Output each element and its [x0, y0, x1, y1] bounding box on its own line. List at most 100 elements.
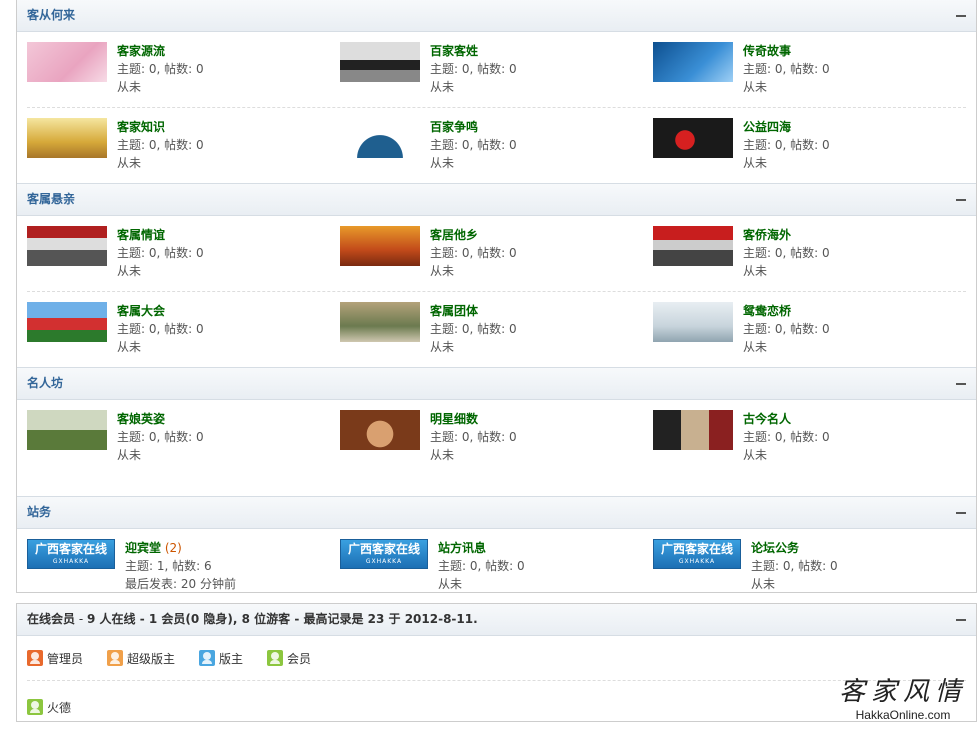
forum-last-post: 从未	[751, 577, 776, 591]
forum-info: 客属大会主题: 0, 帖数: 0 从未	[117, 302, 204, 356]
forum-link[interactable]: 站方讯息	[438, 541, 486, 555]
category-title[interactable]: 站务	[27, 505, 51, 519]
forum-logo-icon[interactable]: 广西客家在线 GXHAKKA	[340, 539, 428, 569]
forum-stats: 主题: 0, 帖数: 0	[430, 62, 517, 76]
forum-thumbnail-icon[interactable]	[653, 226, 733, 266]
forum-link[interactable]: 客侨海外	[743, 228, 791, 242]
forum-last-post: 从未	[430, 264, 455, 278]
category-header: 名人坊	[17, 367, 976, 400]
logo-text: 广西客家在线	[660, 542, 733, 556]
forum-last-post: 从未	[117, 448, 142, 462]
forum-last-post: 从未	[743, 156, 768, 170]
forum-info: 迎宾堂 (2) 主题: 1, 帖数: 6 最后发表: 20 分钟前	[125, 539, 236, 593]
watermark-en: HakkaOnline.com	[855, 708, 951, 722]
forum-item: 明星细数 主题: 0, 帖数: 0 从未	[340, 400, 653, 496]
forum-item: 客属团体 主题: 0, 帖数: 0 从未	[340, 292, 653, 367]
forum-stats: 主题: 0, 帖数: 0	[430, 138, 517, 152]
collapse-icon[interactable]	[956, 512, 966, 514]
forum-thumbnail-icon[interactable]	[340, 226, 420, 266]
legend-label: 版主	[219, 651, 244, 666]
forum-info: 站方讯息 主题: 0, 帖数: 0 从未	[438, 539, 525, 593]
forum-stats: 主题: 0, 帖数: 0	[117, 62, 204, 76]
user-role-icon	[199, 650, 216, 666]
user-role-icon	[107, 650, 124, 666]
forum-thumbnail-icon[interactable]	[653, 42, 733, 82]
logo-text: 广西客家在线	[347, 542, 420, 556]
forum-stats: 主题: 0, 帖数: 0	[117, 246, 204, 260]
forum-link[interactable]: 古今名人	[743, 412, 791, 426]
forum-thumbnail-icon[interactable]	[653, 118, 733, 158]
online-user[interactable]: 火德	[27, 699, 71, 716]
forum-link[interactable]: 客属情谊	[117, 228, 165, 242]
legend-label: 管理员	[47, 651, 84, 666]
forum-link[interactable]: 客家知识	[117, 120, 165, 134]
forum-link[interactable]: 百家客姓	[430, 44, 478, 58]
forum-logo-icon[interactable]: 广西客家在线 GXHAKKA	[27, 539, 115, 569]
forum-link[interactable]: 鸳鸯恋桥	[743, 304, 791, 318]
forum-link[interactable]: 百家争鸣	[430, 120, 478, 134]
category-header: 客属悬亲	[17, 183, 976, 216]
forum-item: 客属大会主题: 0, 帖数: 0 从未	[27, 292, 340, 367]
forum-info: 客家知识 主题: 0, 帖数: 0 从未	[117, 118, 204, 172]
forum-thumbnail-icon[interactable]	[340, 302, 420, 342]
forum-stats: 主题: 0, 帖数: 0	[751, 559, 838, 573]
forum-thumbnail-icon[interactable]	[653, 410, 733, 450]
online-label[interactable]: 在线会员	[27, 612, 75, 626]
legend-item: 管理员	[27, 650, 83, 667]
forum-info: 传奇故事主题: 0, 帖数: 0 从未	[743, 42, 830, 96]
category-title[interactable]: 客从何来	[27, 8, 75, 22]
forum-link[interactable]: 客娘英姿	[117, 412, 165, 426]
forum-link[interactable]: 客属团体	[430, 304, 478, 318]
category-title[interactable]: 名人坊	[27, 376, 63, 390]
forum-stats: 主题: 0, 帖数: 0	[117, 322, 204, 336]
new-post-count: (2)	[164, 541, 182, 555]
category-title[interactable]: 客属悬亲	[27, 192, 75, 206]
forum-thumbnail-icon[interactable]	[340, 42, 420, 82]
forum-thumbnail-icon[interactable]	[27, 226, 107, 266]
forum-last-post: 从未	[117, 156, 142, 170]
online-user-list: 火德	[17, 681, 976, 729]
forum-link[interactable]: 迎宾堂	[125, 541, 161, 555]
user-icon	[27, 699, 43, 715]
forum-link[interactable]: 论坛公务	[751, 541, 799, 555]
forum-logo-icon[interactable]: 广西客家在线 GXHAKKA	[653, 539, 741, 569]
forum-link[interactable]: 客属大会	[117, 304, 165, 318]
forum-last-post: 从未	[117, 340, 142, 354]
forum-thumbnail-icon[interactable]	[653, 302, 733, 342]
forum-info: 公益四海 主题: 0, 帖数: 0 从未	[743, 118, 830, 172]
forum-item: 百家客姓 主题: 0, 帖数: 0 从未	[340, 32, 653, 107]
forum-info: 古今名人 主题: 0, 帖数: 0 从未	[743, 410, 830, 464]
collapse-icon[interactable]	[956, 15, 966, 17]
forum-thumbnail-icon[interactable]	[27, 42, 107, 82]
forum-last-post: 从未	[743, 80, 768, 94]
collapse-icon[interactable]	[956, 383, 966, 385]
forum-last-post: 从未	[430, 340, 455, 354]
forum-last-post: 从未	[743, 264, 768, 278]
forum-info: 客家源流 主题: 0, 帖数: 0 从未	[117, 42, 204, 96]
forum-link[interactable]: 公益四海	[743, 120, 791, 134]
forum-link[interactable]: 客家源流	[117, 44, 165, 58]
forum-info: 论坛公务主题: 0, 帖数: 0 从未	[751, 539, 838, 593]
user-name[interactable]: 火德	[47, 699, 71, 716]
forum-thumbnail-icon[interactable]	[27, 118, 107, 158]
forum-thumbnail-icon[interactable]	[27, 302, 107, 342]
forum-thumbnail-icon[interactable]	[340, 118, 420, 158]
forum-stats: 主题: 0, 帖数: 0	[438, 559, 525, 573]
forum-index: 客从何来客家源流主题: 0, 帖数: 0 从未 百家客姓主题: 0, 帖数: 0 从未…	[16, 0, 977, 593]
watermark-cn: 客家风情	[838, 677, 967, 707]
collapse-icon[interactable]	[956, 619, 966, 621]
forum-link[interactable]: 客居他乡	[430, 228, 478, 242]
forum-item: 传奇故事主题: 0, 帖数: 0 从未	[653, 32, 966, 107]
legend-item: 版主	[199, 650, 243, 667]
user-role-icon	[27, 650, 43, 666]
collapse-icon[interactable]	[956, 199, 966, 201]
forum-link[interactable]: 传奇故事	[743, 44, 791, 58]
forum-last-post: 从未	[743, 448, 768, 462]
legend-item: 会员	[267, 650, 311, 667]
forum-thumbnail-icon[interactable]	[27, 410, 107, 450]
forum-thumbnail-icon[interactable]	[340, 410, 420, 450]
forum-link[interactable]: 明星细数	[430, 412, 478, 426]
forum-stats: 主题: 0, 帖数: 0	[743, 62, 830, 76]
forum-info: 客侨海外 主题: 0, 帖数: 0 从未	[743, 226, 830, 280]
forum-info: 客居他乡 主题: 0, 帖数: 0 从未	[430, 226, 517, 280]
